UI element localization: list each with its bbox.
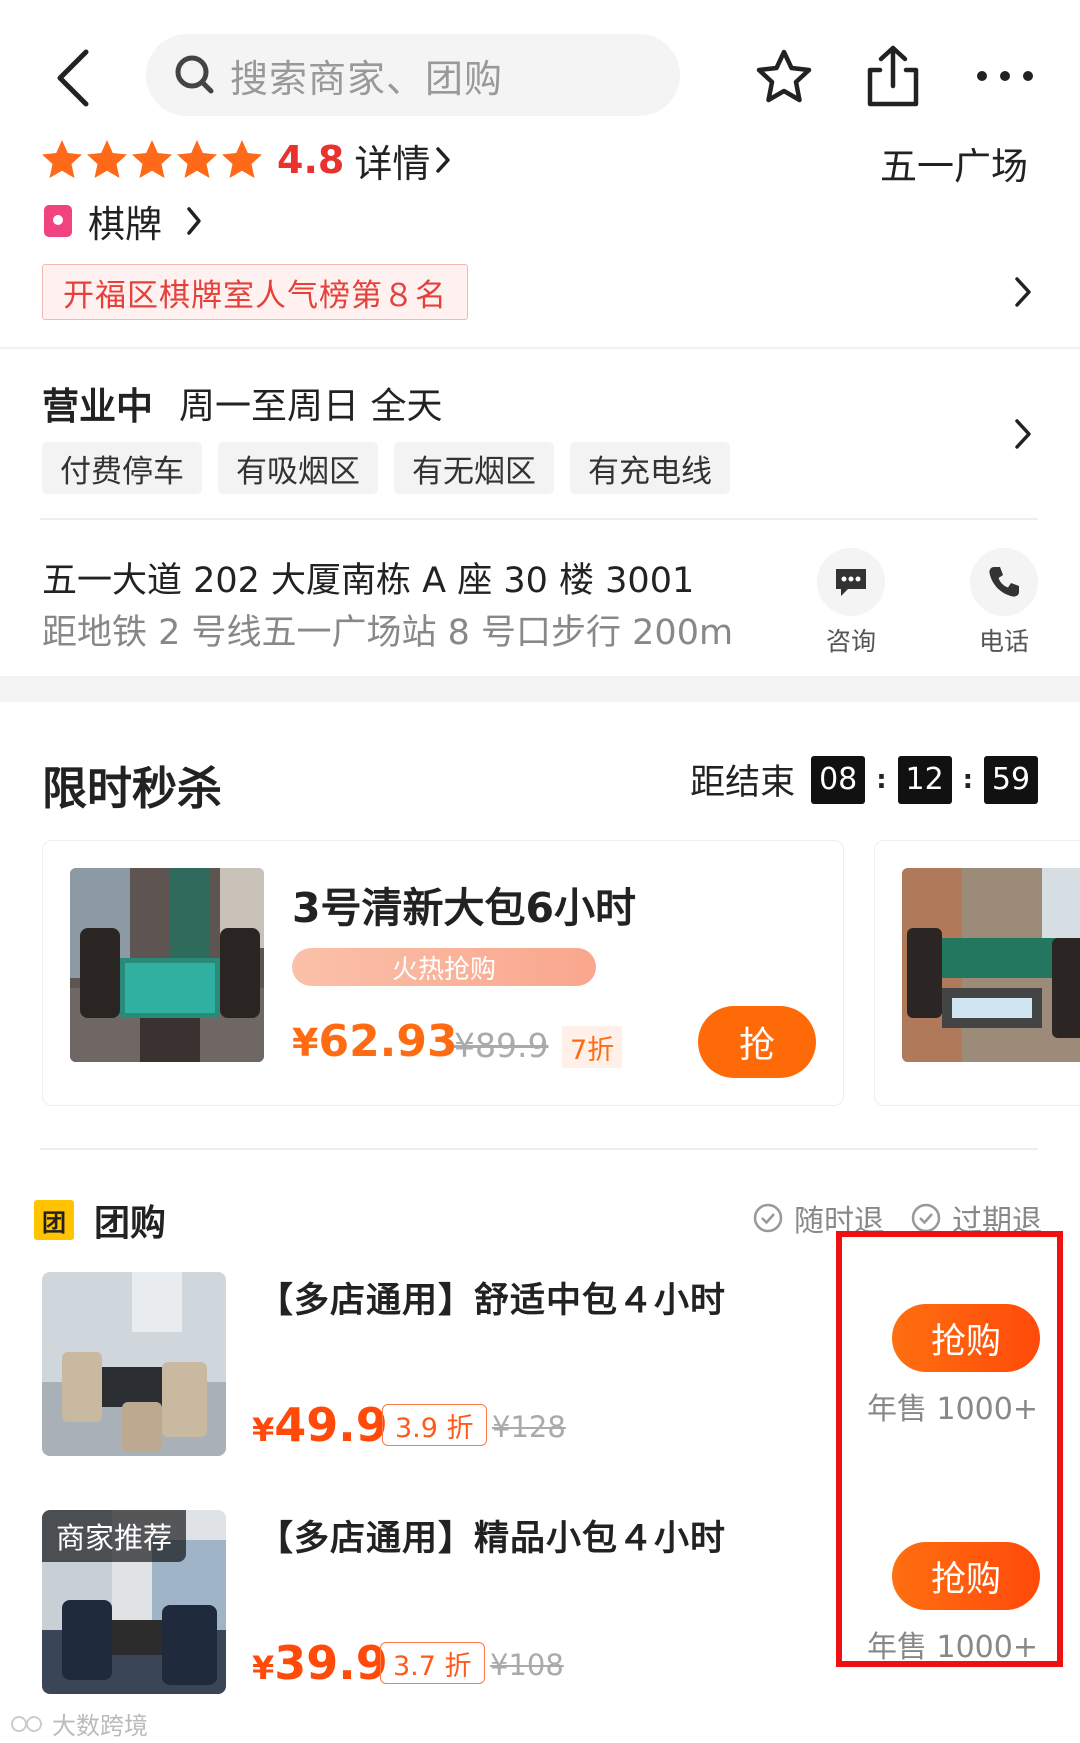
flash-item-price: ¥ 62.93 bbox=[292, 1016, 458, 1067]
star-filled-icon bbox=[177, 140, 217, 178]
flash-sale-title: 限时秒杀 bbox=[42, 762, 223, 815]
phone-button[interactable]: 电话 bbox=[970, 548, 1038, 658]
check-circle-icon bbox=[911, 1203, 941, 1233]
star-filled-icon bbox=[87, 140, 127, 178]
grab-button[interactable]: 抢 bbox=[698, 1006, 816, 1078]
original-price: ¥128 bbox=[492, 1410, 566, 1444]
open-status: 营业中 bbox=[42, 385, 153, 428]
countdown-hours: 08 bbox=[811, 755, 866, 804]
discount-badge: 3.7 折 bbox=[380, 1642, 485, 1684]
rating-details-link[interactable]: 详情 bbox=[354, 133, 430, 188]
room-photo bbox=[42, 1272, 226, 1456]
group-buy-icon: 团 bbox=[34, 1200, 74, 1240]
room-photo bbox=[902, 868, 1080, 1062]
hot-sale-bar: 火热抢购 bbox=[292, 948, 596, 986]
top-nav-bar: 搜索商家、团购 bbox=[0, 0, 1080, 150]
category-label: 棋牌 bbox=[88, 203, 162, 246]
chat-bubble-icon bbox=[817, 548, 885, 616]
facility-tag: 有无烟区 bbox=[394, 442, 554, 494]
search-placeholder: 搜索商家、团购 bbox=[230, 56, 504, 101]
section-gap bbox=[0, 676, 1080, 702]
product-price: ¥ 39.9 bbox=[252, 1636, 388, 1690]
divider bbox=[0, 347, 1080, 349]
facility-tag: 有充电线 bbox=[570, 442, 730, 494]
business-hours[interactable]: 营业中 周一至周日 全天 bbox=[42, 376, 442, 430]
chevron-right-icon[interactable] bbox=[1012, 274, 1034, 310]
divider bbox=[40, 518, 1038, 520]
watermark: 大数跨境 bbox=[10, 1706, 148, 1741]
highlight-box bbox=[836, 1231, 1063, 1667]
countdown-minutes: 12 bbox=[897, 755, 952, 804]
ranking-badge[interactable]: 开福区棋牌室人气榜第８名 bbox=[42, 264, 468, 320]
product-name: 【多店通用】舒适中包４小时 bbox=[258, 1281, 727, 1321]
product-price: ¥ 49.9 bbox=[252, 1398, 388, 1452]
flash-discount-badge: 7折 bbox=[562, 1026, 623, 1068]
countdown-timer: 距结束 08 : 12 : 59 bbox=[690, 754, 1038, 805]
phone-icon bbox=[970, 548, 1038, 616]
rating-row[interactable]: 4.8 详情 bbox=[40, 134, 452, 186]
countdown-label: 距结束 bbox=[690, 763, 796, 803]
category-icon bbox=[44, 205, 72, 237]
facility-tag: 有吸烟区 bbox=[218, 442, 378, 494]
consult-label: 咨询 bbox=[825, 627, 876, 656]
hours-text: 周一至周日 全天 bbox=[179, 386, 443, 427]
subway-distance: 距地铁 2 号线五一广场站 8 号口步行 200m bbox=[42, 613, 734, 653]
countdown-seconds: 59 bbox=[984, 755, 1038, 804]
flash-item-name: 3号清新大包6小时 bbox=[292, 884, 637, 932]
star-outline-icon[interactable] bbox=[755, 48, 813, 106]
recommend-badge: 商家推荐 bbox=[42, 1510, 187, 1562]
facility-tags: 付费停车 有吸烟区 有无烟区 有充电线 bbox=[42, 442, 746, 494]
star-filled-icon bbox=[222, 140, 262, 178]
room-photo bbox=[70, 868, 264, 1062]
group-buy-header: 团 团购 bbox=[34, 1194, 166, 1246]
share-icon[interactable] bbox=[862, 44, 924, 108]
discount-badge: 3.9 折 bbox=[382, 1404, 487, 1446]
check-circle-icon bbox=[753, 1203, 783, 1233]
original-price: ¥108 bbox=[490, 1648, 564, 1682]
watermark-logo-icon bbox=[11, 1715, 42, 1732]
consult-button[interactable]: 咨询 bbox=[817, 548, 885, 658]
shop-location: 五一广场 bbox=[880, 145, 1028, 188]
search-icon bbox=[175, 55, 214, 94]
star-filled-icon bbox=[42, 140, 82, 178]
star-filled-icon bbox=[132, 140, 172, 178]
shop-address[interactable]: 五一大道 202 大厦南栋 A 座 30 楼 3001 bbox=[42, 552, 694, 603]
search-bar[interactable]: 搜索商家、团购 bbox=[146, 34, 680, 116]
phone-label: 电话 bbox=[978, 627, 1029, 656]
group-buy-title: 团购 bbox=[94, 1203, 167, 1244]
flash-original-price: ¥89.9 bbox=[454, 1026, 549, 1065]
chevron-right-icon bbox=[187, 207, 201, 235]
category-link[interactable]: 棋牌 bbox=[44, 196, 204, 246]
facility-tag: 付费停车 bbox=[42, 442, 202, 494]
product-name: 【多店通用】精品小包４小时 bbox=[258, 1519, 727, 1559]
more-dots-icon[interactable] bbox=[970, 58, 1040, 94]
back-arrow-icon[interactable] bbox=[48, 46, 100, 110]
rating-score: 4.8 bbox=[277, 138, 345, 182]
chevron-right-icon[interactable] bbox=[1012, 416, 1034, 452]
chevron-right-icon bbox=[436, 147, 451, 173]
divider bbox=[40, 1148, 1038, 1150]
